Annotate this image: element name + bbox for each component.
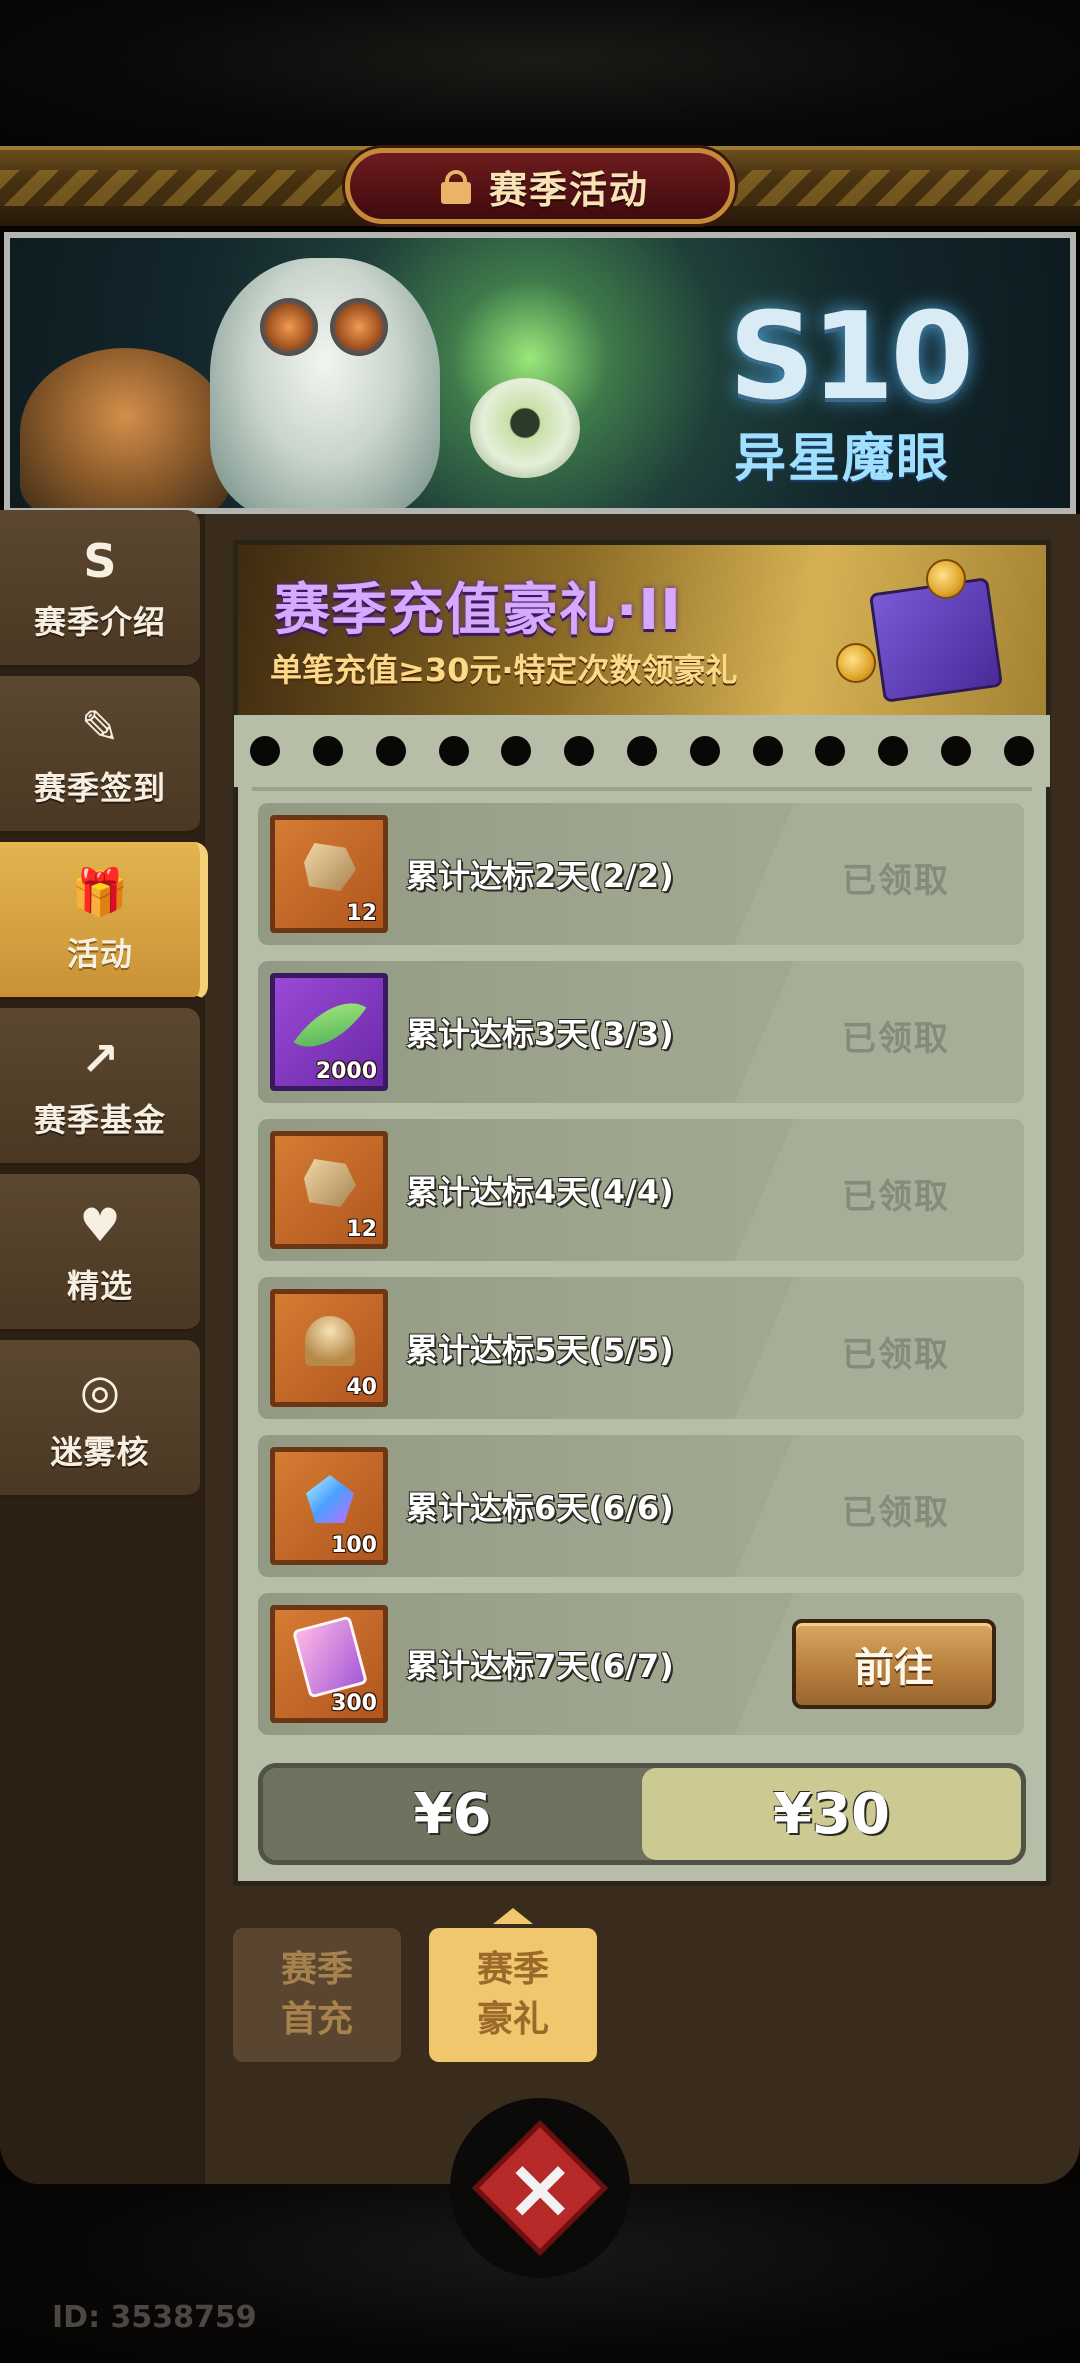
- sidebar-item-label: 活动: [66, 934, 133, 973]
- ore-icon: [299, 836, 361, 898]
- tab-label-line2: 首充: [280, 1999, 353, 2040]
- task-label: 累计达标3天(3/3): [406, 1015, 674, 1053]
- coin-icon: [836, 643, 876, 683]
- reward-slot[interactable]: 12: [270, 815, 388, 933]
- coin-icon: [926, 559, 966, 599]
- top-ornament: [0, 0, 1080, 150]
- sidebar-item-season-signin[interactable]: ✎ 赛季签到: [0, 676, 200, 834]
- tab-label-line1: 赛季: [476, 1949, 549, 1990]
- bell-icon: [299, 1310, 361, 1372]
- claimed-status: 已领取: [842, 861, 950, 901]
- task-row: 300 累计达标7天(6/7) 前往: [258, 1593, 1024, 1735]
- promo-subtitle: 单笔充值≥30元·特定次数领豪礼: [270, 651, 738, 689]
- sidebar-item-label: 赛季签到: [33, 768, 166, 807]
- sidebar-item-fog-core[interactable]: ◎ 迷雾核: [0, 1340, 200, 1498]
- user-id: ID: 3538759: [52, 2300, 257, 2335]
- task-row: 100 累计达标6天(6/6) 已领取: [258, 1435, 1024, 1577]
- sidebar-item-label: 赛季介绍: [33, 602, 166, 641]
- reward-slot[interactable]: 40: [270, 1289, 388, 1407]
- reward-quantity: 100: [331, 1533, 377, 1558]
- price-option-6[interactable]: ¥6: [263, 1768, 642, 1860]
- ore-icon: [299, 1152, 361, 1214]
- reward-slot[interactable]: 12: [270, 1131, 388, 1249]
- sidebar-item-label: 赛季基金: [33, 1100, 166, 1139]
- task-row: 12 累计达标4天(4/4) 已领取: [258, 1119, 1024, 1261]
- goggles-character-art: [210, 258, 440, 508]
- perforation-divider: [234, 715, 1050, 787]
- claimed-status: 已领取: [842, 1019, 950, 1059]
- claimed-status: 已领取: [842, 1335, 950, 1375]
- task-row: 40 累计达标5天(5/5) 已领取: [258, 1277, 1024, 1419]
- go-button[interactable]: 前往: [792, 1619, 996, 1709]
- task-label: 累计达标6天(6/6): [406, 1489, 674, 1527]
- price-option-30[interactable]: ¥30: [642, 1768, 1021, 1860]
- close-button[interactable]: ×: [450, 2098, 630, 2278]
- header-title-plate: 赛季活动: [345, 148, 735, 224]
- task-label: 累计达标5天(5/5): [406, 1331, 674, 1369]
- sidebar-item-activity[interactable]: 🎁 活动: [0, 842, 208, 1000]
- goggle-right-icon: [330, 298, 388, 356]
- reward-slot[interactable]: 300: [270, 1605, 388, 1723]
- promo-banner: 赛季充值豪礼·II 单笔充值≥30元·特定次数领豪礼: [238, 545, 1046, 715]
- activity-card: 赛季充值豪礼·II 单笔充值≥30元·特定次数领豪礼 12 累计达标2天(2/2…: [233, 540, 1051, 1886]
- promo-title: 赛季充值豪礼·II: [274, 578, 682, 643]
- price-toggle: ¥6 ¥30: [258, 1763, 1026, 1865]
- task-label: 累计达标7天(6/7): [406, 1647, 674, 1685]
- task-row: 12 累计达标2天(2/2) 已领取: [258, 803, 1024, 945]
- growth-arrow-icon: ↗: [80, 1031, 120, 1086]
- pen-icon: ✎: [80, 699, 120, 754]
- season-code: S10: [728, 288, 974, 427]
- heart-icon: ♥: [79, 1197, 121, 1252]
- claimed-status: 已领取: [842, 1493, 950, 1533]
- sidebar-item-label: 迷雾核: [50, 1432, 150, 1471]
- gem-icon: [299, 1468, 361, 1530]
- close-icon: ×: [472, 2120, 608, 2256]
- season-banner: S10 异星魔眼: [4, 232, 1076, 514]
- green-crystal-icon: [293, 984, 367, 1066]
- tab-season-gift[interactable]: 赛季 豪礼: [429, 1928, 597, 2062]
- sidebar-item-season-fund[interactable]: ↗ 赛季基金: [0, 1008, 200, 1166]
- gift-icon: 🎁: [71, 865, 129, 919]
- tab-season-first-recharge[interactable]: 赛季 首充: [233, 1928, 401, 2062]
- tab-label-line1: 赛季: [280, 1949, 353, 1990]
- sidebar-item-label: 精选: [66, 1266, 133, 1305]
- fox-character-art: [20, 348, 230, 508]
- reward-slot[interactable]: 100: [270, 1447, 388, 1565]
- task-row: 2000 累计达标3天(3/3) 已领取: [258, 961, 1024, 1103]
- page-title: 赛季活动: [488, 167, 649, 212]
- cards-icon: [291, 1615, 369, 1699]
- task-label: 累计达标2天(2/2): [406, 857, 674, 895]
- reward-quantity: 300: [331, 1691, 377, 1716]
- eyeball-creature-art: [470, 378, 580, 478]
- sidebar-item-featured[interactable]: ♥ 精选: [0, 1174, 200, 1332]
- claimed-status: 已领取: [842, 1177, 950, 1217]
- task-label: 累计达标4天(4/4): [406, 1173, 674, 1211]
- divider: [252, 787, 1032, 791]
- reward-quantity: 12: [346, 1217, 377, 1242]
- tab-label-line2: 豪礼: [476, 1999, 549, 2040]
- reward-slot[interactable]: 2000: [270, 973, 388, 1091]
- active-tab-indicator: [493, 1908, 533, 1924]
- sidebar-item-season-intro[interactable]: S 赛季介绍: [0, 510, 200, 668]
- core-icon: ◎: [79, 1363, 121, 1418]
- reward-quantity: 40: [346, 1375, 377, 1400]
- season-name: 异星魔眼: [733, 429, 950, 489]
- goggle-left-icon: [260, 298, 318, 356]
- reward-quantity: 12: [346, 901, 377, 926]
- gift-icon: [431, 166, 477, 206]
- reward-quantity: 2000: [315, 1059, 377, 1084]
- season-s-icon: S: [83, 533, 117, 588]
